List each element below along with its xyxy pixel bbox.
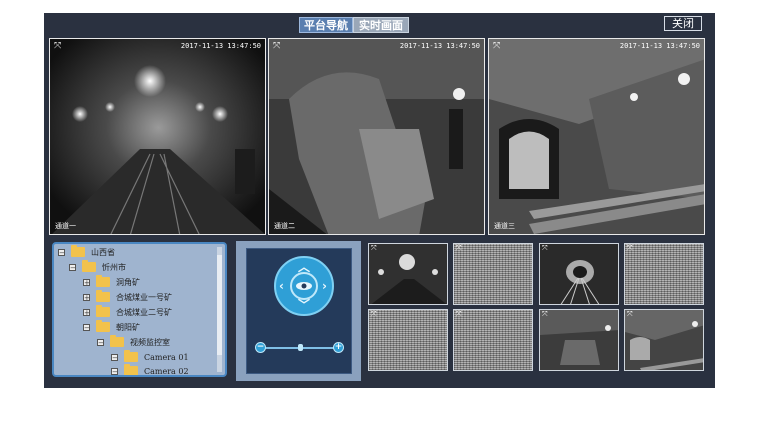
expand-node-icon[interactable]: + (83, 293, 90, 301)
zoom-out-button[interactable]: − (255, 342, 266, 353)
camera-thumbnail[interactable]: ⤧ (624, 309, 704, 371)
zoom-slider-thumb[interactable] (297, 344, 303, 351)
camera-thumbnail[interactable]: ⤧ (368, 243, 448, 305)
folder-icon (110, 335, 124, 347)
camera-channel-label: 通道三 (494, 222, 515, 230)
tree-node[interactable]: − Camera 01 (111, 350, 189, 364)
expand-icon[interactable]: ⤧ (627, 245, 633, 252)
expand-icon[interactable]: ⤧ (493, 42, 500, 51)
camera-channel-label: 通道二 (274, 222, 295, 230)
zoom-in-button[interactable]: + (333, 342, 344, 353)
tree-node-label: Camera 01 (144, 352, 189, 362)
device-tree-panel: − 山西省 − 忻州市 + 洞角矿 + 合城煤业一号矿 + 合城煤业二号矿 − … (52, 242, 227, 377)
camera-timestamp: 2017-11-13 13:47:50 (619, 42, 700, 50)
tree-node-label: Camera 02 (144, 366, 189, 376)
collapse-icon[interactable]: − (58, 248, 65, 256)
camera-thumbnail-no-signal[interactable]: ⤧ (624, 243, 704, 305)
camera-thumbnail-grid: ⤧ ⤧ ⤧ ⤧ ⤧ ⤧ ⤧ ⤧ (368, 243, 704, 373)
expand-icon[interactable]: ⤧ (627, 311, 633, 318)
expand-icon[interactable]: ⤧ (542, 311, 548, 318)
expand-icon[interactable]: ⤧ (371, 245, 377, 252)
ptz-right-icon[interactable]: › (322, 280, 327, 292)
camera-view-1[interactable]: ⤧ 2017-11-13 13:47:50 通道一 (49, 38, 266, 235)
tree-node-label: 山西省 (91, 247, 115, 257)
tree-node-label: 洞角矿 (116, 277, 140, 287)
folder-icon (82, 260, 96, 272)
tree-node[interactable]: − 视频监控室 (97, 335, 170, 349)
camera-thumbnail[interactable]: ⤧ (539, 243, 619, 305)
ptz-down-icon[interactable]: ﹀ (298, 299, 310, 311)
expand-icon[interactable]: ⤧ (273, 42, 280, 51)
tree-node[interactable]: + 合城煤业一号矿 (83, 290, 172, 304)
ptz-left-icon[interactable]: ‹ (279, 280, 284, 292)
expand-icon[interactable]: ⤧ (456, 245, 462, 252)
expand-node-icon[interactable]: + (83, 278, 90, 286)
tree-node[interactable]: − Camera 02 (111, 364, 189, 376)
tab-platform-nav[interactable]: 平台导航 (299, 17, 353, 33)
eye-icon (296, 282, 312, 290)
folder-icon (124, 364, 138, 375)
collapse-icon[interactable]: − (83, 323, 90, 331)
expand-icon[interactable]: ⤧ (542, 245, 548, 252)
ptz-direction-pad[interactable]: ︿ ﹀ ‹ › (274, 256, 334, 316)
header-tabs: 平台导航 实时画面 (299, 17, 409, 33)
thumbnail-image (369, 244, 447, 304)
camera-thumbnail[interactable]: ⤧ (539, 309, 619, 371)
camera-view-2[interactable]: ⤧ 2017-11-13 13:47:50 通道二 (268, 38, 485, 235)
tree-node-label: 视频监控室 (130, 337, 170, 347)
tree-node-label: 合城煤业二号矿 (116, 307, 172, 317)
thumbnail-image (540, 310, 618, 370)
expand-node-icon[interactable]: + (83, 308, 90, 316)
camera-thumbnail-no-signal[interactable]: ⤧ (368, 309, 448, 371)
collapse-icon[interactable]: − (111, 353, 118, 361)
tree-node[interactable]: − 山西省 (58, 245, 115, 259)
thumbnail-image (540, 244, 618, 304)
camera-feed-image (269, 39, 484, 234)
thumbnail-image (625, 310, 703, 370)
collapse-icon[interactable]: − (111, 367, 118, 375)
tree-node-label: 合城煤业一号矿 (116, 292, 172, 302)
camera-view-3[interactable]: ⤧ 2017-11-13 13:47:50 通道三 (488, 38, 705, 235)
folder-icon (96, 275, 110, 287)
camera-channel-label: 通道一 (55, 222, 76, 230)
scrollbar-thumb[interactable] (217, 255, 222, 355)
camera-feed-image (489, 39, 704, 234)
tree-node-label: 朝阳矿 (116, 322, 140, 332)
ptz-control-area: ︿ ﹀ ‹ › − + (246, 248, 352, 374)
tree-node-label: 忻州市 (102, 262, 126, 272)
ptz-control-panel: ︿ ﹀ ‹ › − + (236, 241, 361, 381)
folder-icon (96, 320, 110, 332)
folder-icon (96, 305, 110, 317)
tree-scrollbar[interactable] (217, 247, 222, 372)
collapse-icon[interactable]: − (97, 338, 104, 346)
collapse-icon[interactable]: − (69, 263, 76, 271)
folder-icon (96, 290, 110, 302)
camera-timestamp: 2017-11-13 13:47:50 (399, 42, 480, 50)
camera-thumbnail-no-signal[interactable]: ⤧ (453, 243, 533, 305)
folder-icon (71, 245, 85, 257)
tree-node[interactable]: − 朝阳矿 (83, 320, 140, 334)
tree-node[interactable]: − 忻州市 (69, 260, 126, 274)
camera-thumbnail-no-signal[interactable]: ⤧ (453, 309, 533, 371)
camera-timestamp: 2017-11-13 13:47:50 (180, 42, 261, 50)
expand-icon[interactable]: ⤧ (371, 311, 377, 318)
tree-node[interactable]: + 洞角矿 (83, 275, 140, 289)
expand-icon[interactable]: ⤧ (54, 42, 61, 51)
expand-icon[interactable]: ⤧ (456, 311, 462, 318)
folder-icon (124, 350, 138, 362)
close-button[interactable]: 关闭 (664, 16, 702, 31)
camera-feed-image (50, 39, 265, 234)
ptz-center-ring[interactable] (290, 272, 318, 300)
tree-node[interactable]: + 合城煤业二号矿 (83, 305, 172, 319)
tab-live-view[interactable]: 实时画面 (353, 17, 409, 33)
